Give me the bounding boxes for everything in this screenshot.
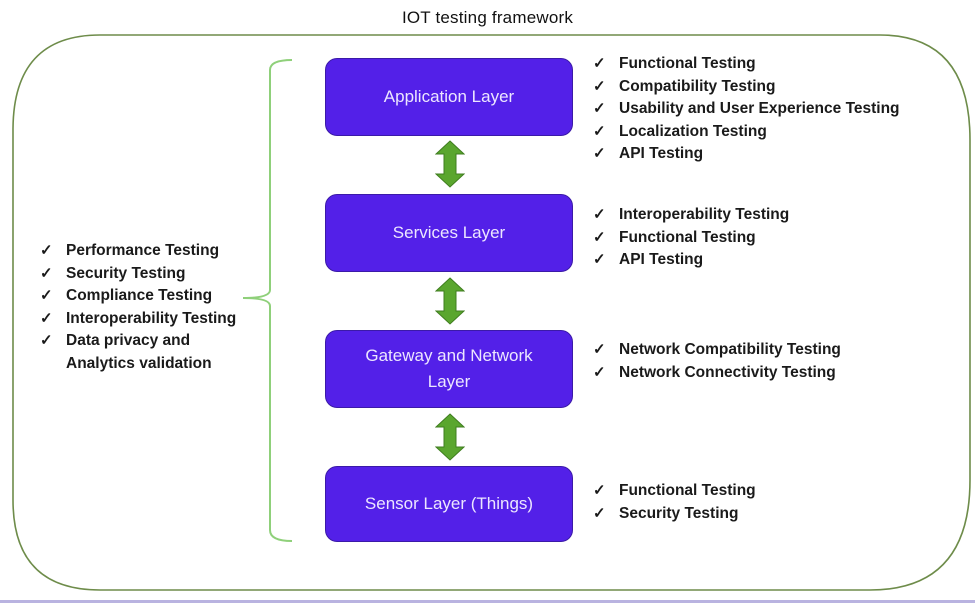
check-icon: ✓ xyxy=(593,504,606,522)
cross-cutting-tests-list: ✓ Performance Testing ✓ Security Testing ✓… xyxy=(40,240,236,375)
check-icon: ✓ xyxy=(593,145,606,162)
layer-label: Sensor Layer (Things) xyxy=(364,494,534,513)
list-item: ✓ Interoperability Testing xyxy=(40,308,236,331)
list-item: ✓ Performance Testing xyxy=(40,240,236,263)
layer-label: Gateway and Network Layer xyxy=(365,346,533,391)
check-icon: ✓ xyxy=(40,242,53,259)
check-icon: ✓ xyxy=(593,482,606,499)
list-item: ✓ API Testing xyxy=(593,249,789,272)
double-arrow-icon xyxy=(435,277,465,325)
check-icon: ✓ xyxy=(593,341,606,358)
sensor-layer-box: Sensor Layer (Things) xyxy=(325,466,573,542)
sensor-tests-list: ✓ Functional Testing ✓ Security Testing xyxy=(593,480,756,525)
gateway-network-layer-box: Gateway and Network Layer xyxy=(325,330,573,408)
application-tests-list: ✓ Functional Testing ✓ Compatibility Testi… xyxy=(593,53,900,166)
list-item: ✓ Network Compatibility Testing xyxy=(593,339,841,362)
list-item: ✓ Functional Testing xyxy=(593,53,900,76)
list-item: ✓ Data privacy and Analytics validation xyxy=(40,332,212,372)
check-icon: ✓ xyxy=(593,55,606,72)
grouping-brace xyxy=(242,59,293,542)
check-icon: ✓ xyxy=(593,228,606,246)
application-layer-box: Application Layer xyxy=(325,58,573,136)
double-arrow-icon xyxy=(435,140,465,188)
list-item: ✓ Compatibility Testing xyxy=(593,76,900,99)
list-item: ✓ Security Testing xyxy=(593,503,756,526)
services-layer-box: Services Layer xyxy=(325,194,573,272)
check-icon: ✓ xyxy=(593,122,606,140)
list-item: ✓ Localization Testing xyxy=(593,121,900,144)
list-item: ✓ Functional Testing xyxy=(593,227,789,250)
check-icon: ✓ xyxy=(593,77,606,95)
check-icon: ✓ xyxy=(40,309,53,327)
check-icon: ✓ xyxy=(40,287,53,304)
check-icon: ✓ xyxy=(40,264,53,282)
check-icon: ✓ xyxy=(593,363,606,381)
check-icon: ✓ xyxy=(40,332,53,349)
list-item: ✓ Compliance Testing xyxy=(40,285,236,308)
list-item: ✓ Functional Testing xyxy=(593,480,756,503)
list-item: ✓ Network Connectivity Testing xyxy=(593,362,841,385)
layer-label: Services Layer xyxy=(392,223,506,242)
gateway-tests-list: ✓ Network Compatibility Testing ✓ Network … xyxy=(593,339,841,384)
check-icon: ✓ xyxy=(593,206,606,223)
services-tests-list: ✓ Interoperability Testing ✓ Functional Te… xyxy=(593,204,789,272)
check-icon: ✓ xyxy=(593,100,606,117)
layer-label: Application Layer xyxy=(383,87,515,106)
list-item: ✓ Security Testing xyxy=(40,263,236,286)
list-item: ✓ API Testing xyxy=(593,143,900,166)
list-item: ✓ Interoperability Testing xyxy=(593,204,789,227)
check-icon: ✓ xyxy=(593,251,606,268)
double-arrow-icon xyxy=(435,413,465,461)
list-item: ✓ Usability and User Experience Testing xyxy=(593,98,900,121)
